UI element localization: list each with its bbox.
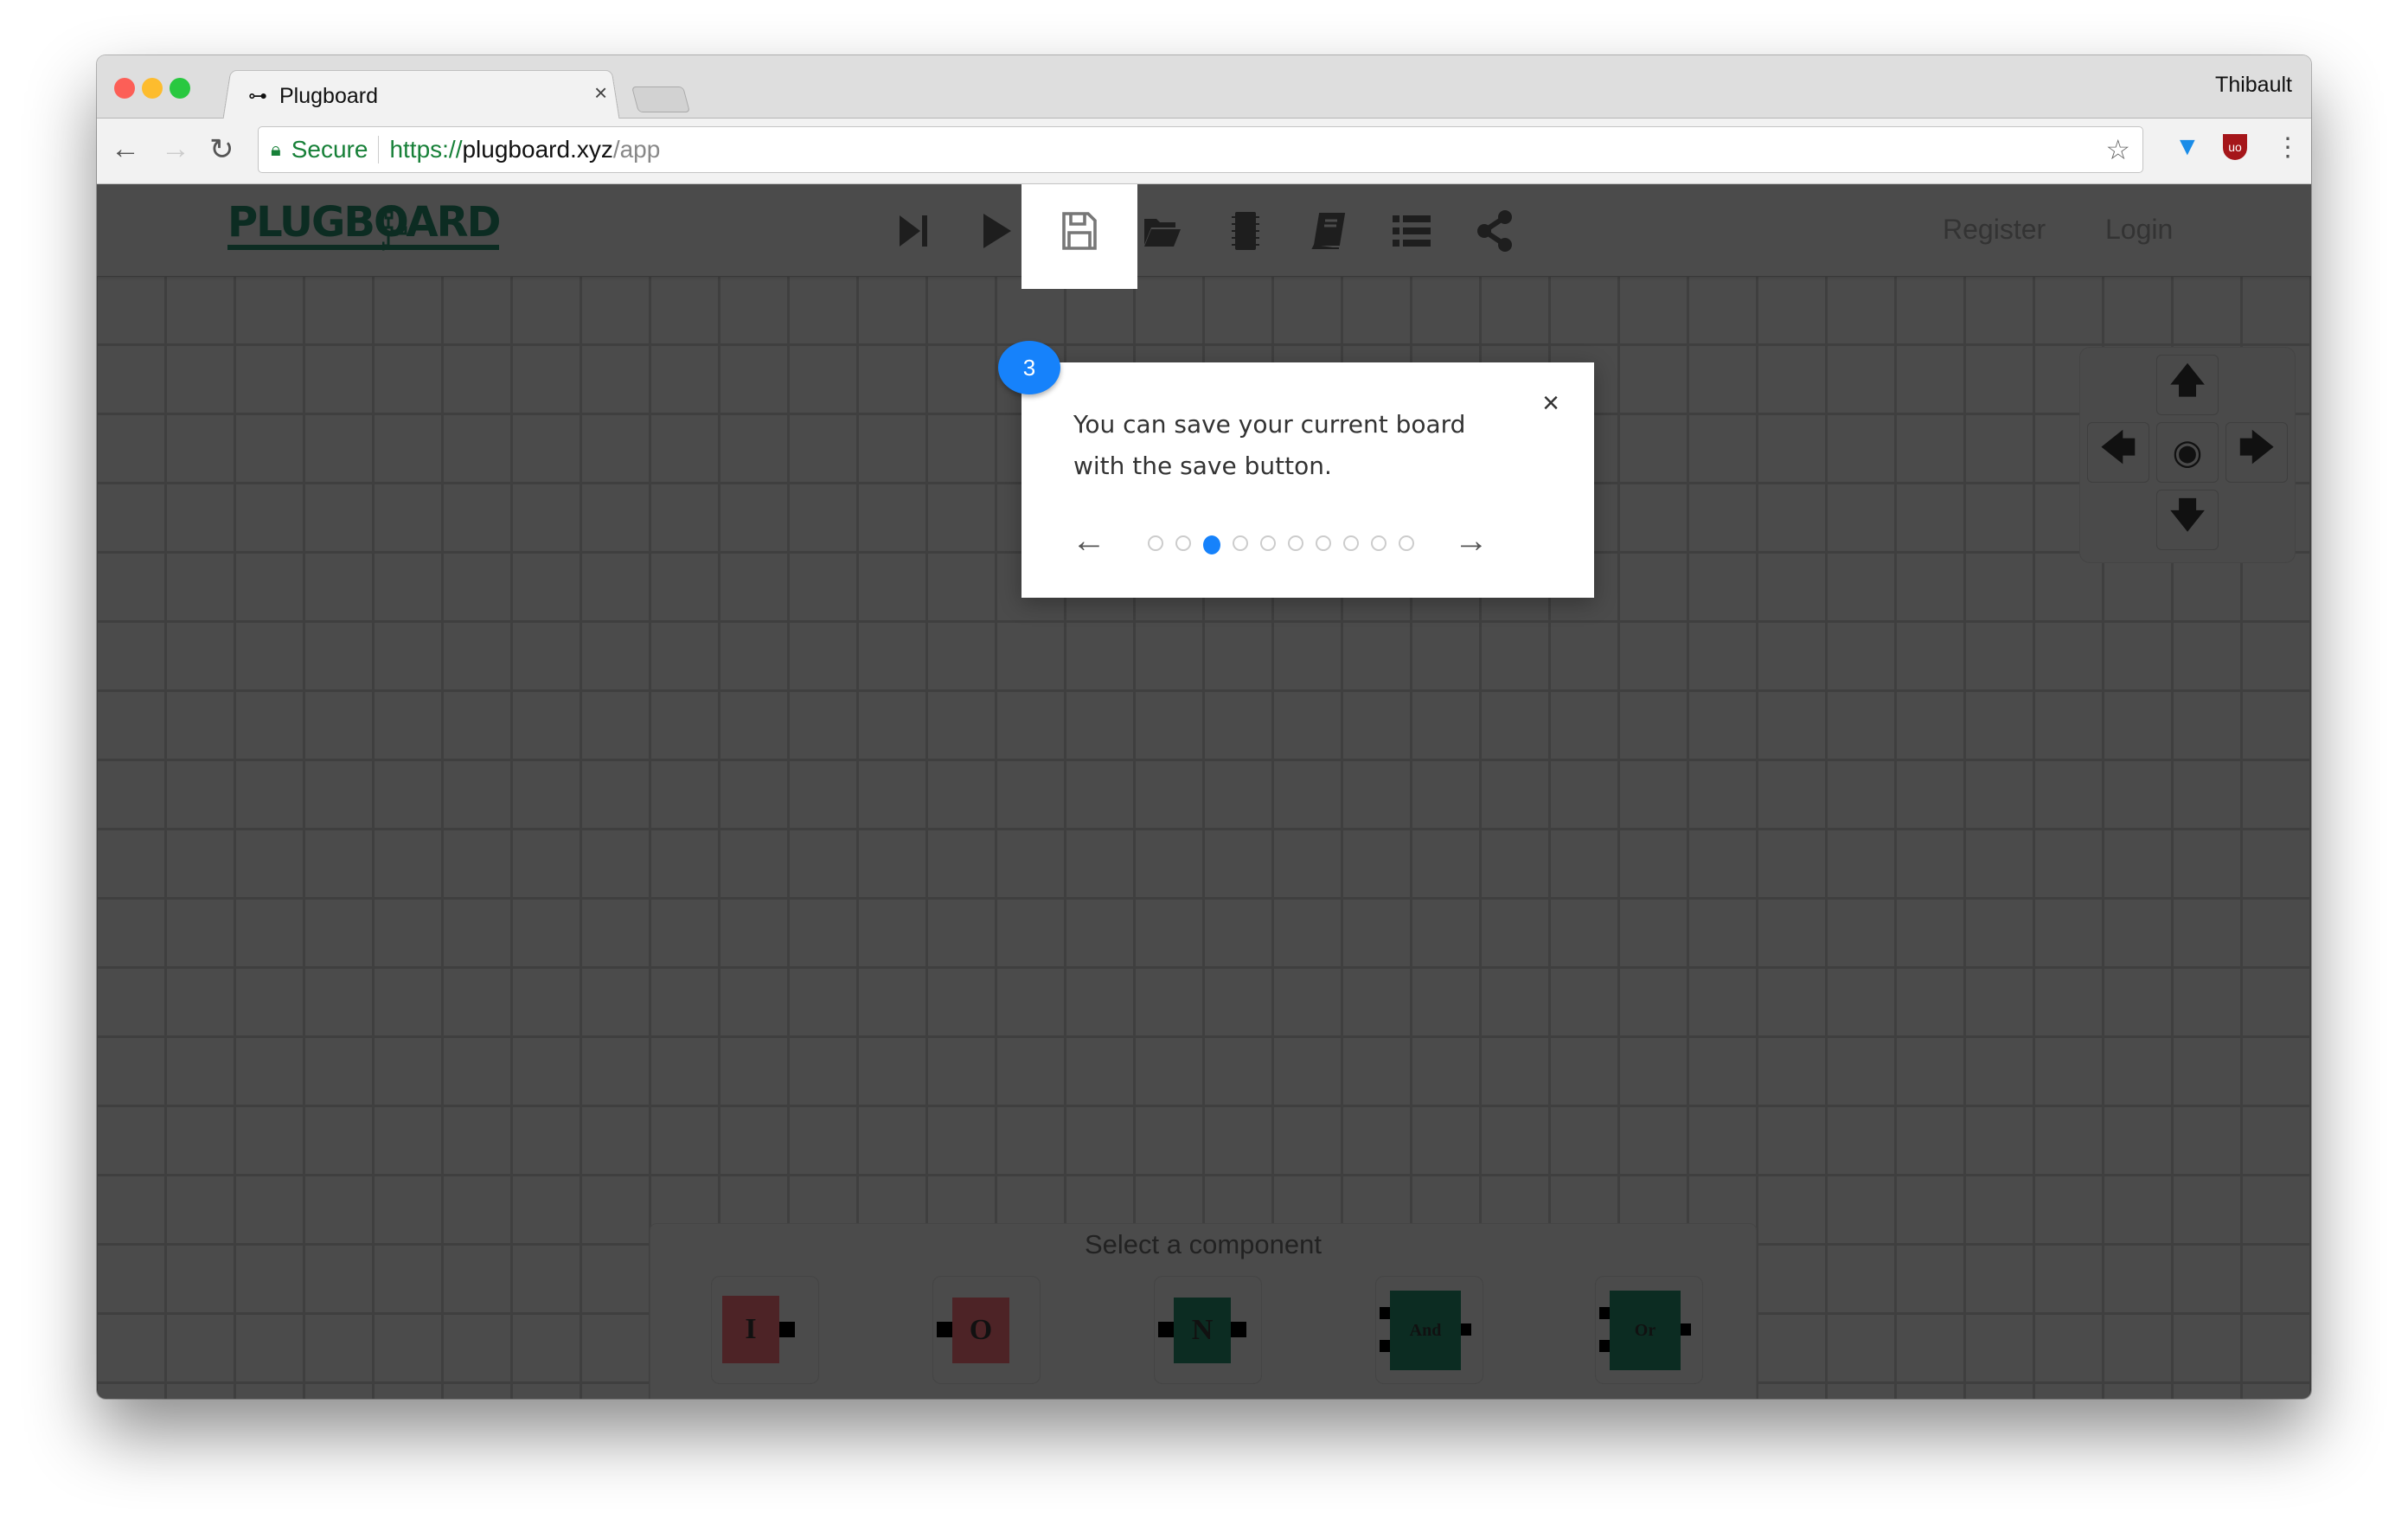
menu-kebab-icon[interactable]: ⋮ [2275,132,2301,163]
tour-step-dot[interactable] [1175,535,1191,551]
tour-step-dots [1148,535,1414,554]
logo-circuit-icon [382,210,407,251]
center-button[interactable]: ◉ [2156,422,2219,483]
list-icon[interactable] [1391,210,1432,252]
navigation-pad: 🡅 🡄 ◉ 🡆 🡇 [2079,347,2296,563]
tour-step-dot[interactable] [1399,535,1414,551]
share-icon[interactable] [1474,210,1515,252]
browser-window: ⊶ Plugboard × Thibault ← → ↻ 🔒︎ Secure h… [97,55,2311,1399]
save-icon[interactable] [1059,210,1100,252]
extension-funnel-icon[interactable]: ▼ [2174,132,2200,162]
input-pin [1599,1340,1610,1352]
register-link[interactable]: Register [1943,214,2046,246]
open-folder-icon[interactable] [1141,210,1182,252]
tab-title: Plugboard [279,83,378,108]
tour-step-dot[interactable] [1371,535,1387,551]
tour-step-dot[interactable] [1288,535,1303,551]
tour-step-badge: 3 [998,341,1060,394]
url-path: /app [612,136,661,163]
component-and[interactable]: And [1375,1276,1483,1384]
title-bar: ⊶ Plugboard × Thibault [97,55,2311,120]
bookmark-star-icon[interactable]: ☆ [2105,133,2130,166]
address-bar[interactable]: 🔒︎ Secure https:// plugboard.xyz /app ☆ [258,126,2143,173]
profile-name[interactable]: Thibault [2215,73,2292,98]
lock-icon: 🔒︎ [271,138,281,160]
target-icon: ◉ [2172,433,2203,471]
tour-step-dot[interactable] [1316,535,1331,551]
tour-next-arrow-icon[interactable]: → [1454,522,1489,561]
output-pin [1461,1323,1471,1336]
input-pin [1158,1322,1174,1337]
component-label: O [952,1298,1009,1363]
new-tab-button[interactable] [631,87,691,112]
divider [378,136,380,163]
component-or[interactable]: Or [1595,1276,1703,1384]
minimize-window-button[interactable] [142,78,163,99]
output-pin [1231,1322,1246,1337]
play-icon[interactable] [975,210,1016,252]
chip-icon[interactable] [1225,210,1266,252]
component-label: Or [1610,1291,1681,1370]
book-icon[interactable] [1308,210,1349,252]
app-header: PLUGBOARD Register Login [97,184,2311,289]
tour-step-dot[interactable] [1260,535,1276,551]
browser-toolbar: ← → ↻ 🔒︎ Secure https:// plugboard.xyz /… [97,119,2311,184]
input-pin [937,1322,952,1337]
component-panel: Select a component I O N And Or [650,1223,1757,1399]
arrow-up-icon: 🡅 [2169,362,2206,400]
output-pin [1681,1323,1691,1336]
plugboard-logo[interactable]: PLUGBOARD [227,200,501,250]
pan-left-button[interactable]: 🡄 [2087,422,2149,483]
component-label: I [722,1296,779,1363]
step-forward-icon[interactable] [893,210,934,252]
input-pin [1599,1307,1610,1319]
component-label: N [1174,1298,1231,1363]
tour-text: You can save your current board with the… [1073,410,1466,480]
component-output[interactable]: O [932,1276,1041,1384]
forward-icon[interactable]: → [161,132,190,166]
reload-icon[interactable]: ↻ [209,132,234,167]
input-pin [1380,1340,1390,1352]
arrow-down-icon: 🡇 [2169,497,2206,535]
url-scheme: https:// [389,136,463,163]
output-pin [779,1322,795,1337]
tour-close-button[interactable]: × [1542,387,1559,420]
component-label: And [1390,1291,1461,1370]
tour-popover: You can save your current board with the… [1021,362,1594,598]
component-panel-title: Select a component [1084,1229,1322,1259]
url-host: plugboard.xyz [462,136,613,163]
tour-step-dot[interactable] [1343,535,1359,551]
tour-step-dot[interactable] [1148,535,1163,551]
ublock-icon[interactable]: uo [2223,134,2247,160]
login-link[interactable]: Login [2105,214,2173,246]
tour-step-dot[interactable] [1203,535,1220,554]
tour-step-dot[interactable] [1233,535,1248,551]
secure-label: Secure [291,136,368,163]
tour-prev-arrow-icon[interactable]: ← [1072,522,1106,561]
tab-close-icon[interactable]: × [594,80,607,106]
plugboard-favicon-icon: ⊶ [248,85,267,106]
component-input[interactable]: I [711,1276,819,1384]
app-canvas[interactable]: PLUGBOARD Register Login 🡅 🡄 ◉ 🡆 🡇 Selec… [97,184,2311,1399]
input-pin [1380,1307,1390,1319]
arrow-right-icon: 🡆 [2238,429,2275,467]
arrow-left-icon: 🡄 [2100,429,2136,467]
tab-label-group[interactable]: ⊶ Plugboard [248,74,378,118]
maximize-window-button[interactable] [170,78,190,99]
pan-up-button[interactable]: 🡅 [2156,355,2219,415]
pan-right-button[interactable]: 🡆 [2225,422,2288,483]
back-icon[interactable]: ← [111,132,140,166]
pan-down-button[interactable]: 🡇 [2156,490,2219,550]
component-not[interactable]: N [1154,1276,1262,1384]
close-window-button[interactable] [114,78,135,99]
